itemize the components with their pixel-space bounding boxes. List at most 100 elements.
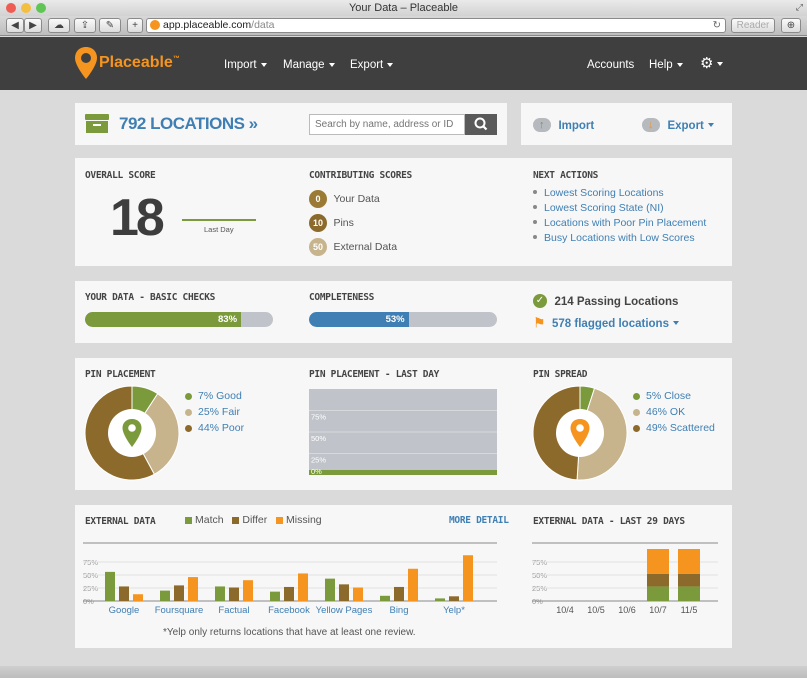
url-host: app.placeable.com — [163, 19, 252, 31]
bar-differ — [284, 586, 294, 601]
brand-name: Placeable™ — [99, 54, 180, 71]
caret-down-icon — [260, 62, 267, 67]
external-data-title: EXTERNAL DATA — [85, 516, 156, 527]
bullet-icon — [533, 189, 537, 194]
bar-differ — [449, 596, 459, 601]
next-action-item[interactable]: Locations with Poor Pin Placement — [533, 215, 706, 230]
legend-swatch — [185, 424, 192, 432]
search-button[interactable] — [465, 114, 497, 135]
export-menu[interactable]: ↓ Export — [642, 116, 714, 134]
legend-item: 49% Scattered — [633, 420, 715, 436]
browser-toolbar: ◀ ▶ ☁ ⇪ ✎ + app.placeable.com/data ↻ Rea… — [0, 16, 807, 36]
stacked-bar-differ — [647, 573, 669, 587]
locations-card: 792 LOCATIONS » — [75, 103, 507, 145]
stacked-bar-match — [678, 586, 700, 601]
legend-item: 46% OK — [633, 404, 715, 420]
x-category-label: Factual — [218, 605, 249, 616]
nav-help[interactable]: Help — [649, 59, 683, 71]
reading-list-button[interactable]: ✎ — [99, 18, 121, 33]
gear-icon: ⚙ — [700, 55, 714, 72]
minimize-window-button[interactable] — [21, 3, 31, 13]
double-chevron-right-icon: » — [248, 114, 258, 133]
share-button[interactable]: ⇪ — [74, 18, 96, 33]
search-input[interactable] — [309, 114, 465, 135]
forward-button[interactable]: ▶ — [24, 18, 42, 33]
more-detail-link[interactable]: MORE DETAIL — [449, 515, 509, 526]
legend-item: 5% Close — [633, 388, 715, 404]
cloud-download-icon: ↓ — [642, 117, 660, 132]
passing-locations: ✓ 214 Passing Locations — [533, 292, 678, 310]
completeness-title: COMPLETENESS — [309, 292, 375, 303]
back-button[interactable]: ◀ — [6, 18, 24, 33]
overall-score-title: OVERALL SCORE — [85, 170, 156, 181]
contributing-scores-title: CONTRIBUTING SCORES — [309, 170, 412, 181]
bullet-icon — [533, 204, 537, 209]
y-tick-label: 0% — [311, 467, 322, 476]
new-tab-button[interactable]: + — [127, 18, 143, 33]
fullscreen-icon[interactable]: ⤢ — [796, 2, 803, 13]
contrib-label: External Data — [333, 241, 398, 253]
favicon-icon — [150, 20, 160, 30]
area-good-series — [309, 470, 497, 475]
brand-logo[interactable] — [75, 47, 97, 84]
bar-match — [380, 595, 390, 601]
plus-icon: + — [132, 20, 138, 31]
pin-spread-legend: 5% Close 46% OK 49% Scattered — [633, 388, 715, 436]
downloads-button[interactable]: ⊕ — [781, 18, 801, 33]
nav-accounts[interactable]: Accounts — [587, 59, 634, 71]
legend-swatch — [633, 408, 640, 416]
reader-button[interactable]: Reader — [731, 18, 775, 33]
x-category-label: Bing — [389, 605, 408, 616]
external-last29-title: EXTERNAL DATA - LAST 29 DAYS — [533, 516, 685, 527]
reload-icon[interactable]: ↻ — [713, 19, 721, 32]
pin-spread-title: PIN SPREAD — [533, 369, 588, 380]
bar-match — [270, 591, 280, 601]
import-link[interactable]: ↑ Import — [533, 116, 594, 134]
x-date-label: 10/4 — [556, 605, 574, 615]
close-window-button[interactable] — [6, 3, 16, 13]
stacked-bar-differ — [678, 573, 700, 587]
caret-down-icon — [672, 320, 679, 325]
pin-placement-pie-chart — [84, 385, 180, 481]
search-icon — [474, 117, 488, 131]
legend-item: 44% Poor — [185, 420, 244, 436]
pins-card: PIN PLACEMENT 7% Good 25% Fair 44% Poor … — [75, 358, 732, 490]
x-category-label: Google — [109, 605, 140, 616]
download-icon: ⊕ — [786, 20, 796, 31]
zoom-window-button[interactable] — [36, 3, 46, 13]
score-badge: 10 — [309, 214, 327, 232]
external-data-bar-chart: 75%50%25%0%Google Foursquare Factual Facebo… — [83, 542, 497, 616]
settings-menu[interactable]: ⚙ — [700, 54, 724, 72]
locations-count-link[interactable]: 792 LOCATIONS » — [119, 114, 258, 134]
bar-missing — [188, 577, 198, 601]
contrib-label: Your Data — [333, 193, 380, 205]
bar-missing — [298, 573, 308, 601]
pin-last-day-area-chart: 75% 50% 25% 0% — [309, 389, 497, 476]
pin-hole — [576, 424, 584, 432]
checks-card: YOUR DATA - BASIC CHECKS 83% COMPLETENES… — [75, 281, 732, 343]
nav-manage[interactable]: Manage — [283, 59, 335, 71]
score-badge: 0 — [309, 190, 327, 208]
x-category-label: Yellow Pages — [316, 605, 373, 616]
bar-differ — [394, 586, 404, 601]
legend-item: 25% Fair — [185, 404, 244, 420]
contrib-your-data: 0 Your Data — [309, 189, 380, 208]
external-last29-bar-chart: 75%50%25%0%10/4 10/5 10/6 10/7 11/5 — [532, 542, 718, 615]
next-action-item[interactable]: Lowest Scoring Locations — [533, 185, 706, 200]
nav-export[interactable]: Export — [350, 59, 394, 71]
bar-differ — [119, 586, 129, 601]
next-action-item[interactable]: Lowest Scoring State (NI) — [533, 200, 706, 215]
next-action-item[interactable]: Busy Locations with Low Scores — [533, 230, 706, 245]
bullet-icon — [533, 219, 537, 224]
icloud-tabs-button[interactable]: ☁ — [48, 18, 70, 33]
x-date-label: 11/5 — [681, 605, 698, 615]
flagged-locations-menu[interactable]: ⚑ 578 flagged locations — [533, 314, 679, 332]
completeness-progress: 53% — [309, 312, 497, 327]
stacked-bar-match — [647, 586, 669, 601]
legend-swatch — [633, 392, 640, 400]
address-bar[interactable]: app.placeable.com/data ↻ — [146, 18, 726, 33]
legend-swatch — [276, 516, 284, 524]
basic-checks-progress-fill: 83% — [85, 312, 242, 327]
x-category-label: Yelp* — [443, 605, 465, 616]
nav-import[interactable]: Import — [224, 59, 267, 71]
